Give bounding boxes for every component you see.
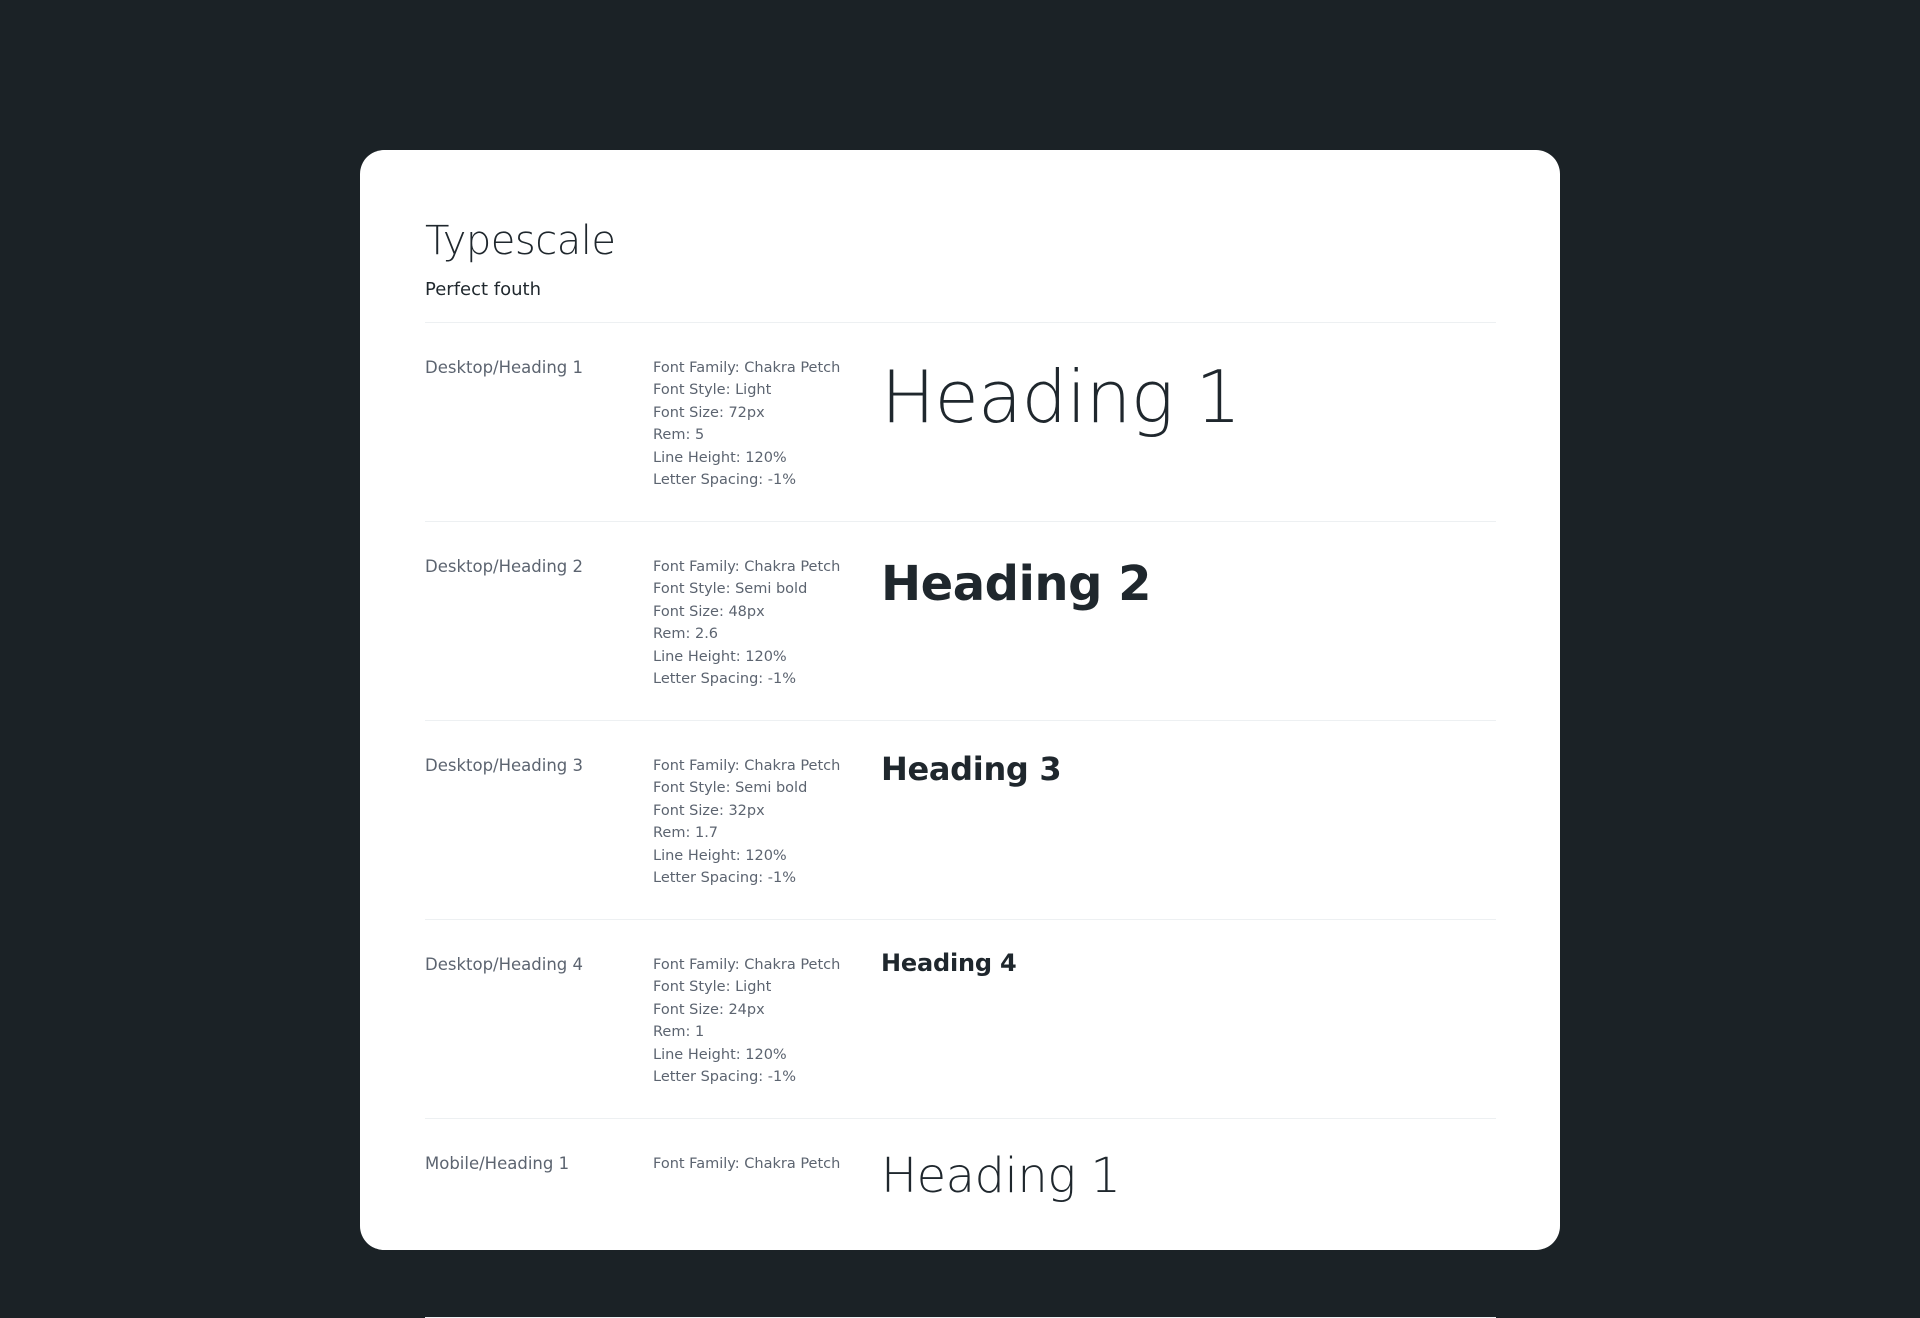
spec-letter-spacing: Letter Spacing: -1%: [653, 671, 797, 688]
spec-font-family: Font Family: Chakra Petch: [653, 559, 841, 575]
type-sample: Heading 1: [881, 355, 1241, 439]
type-row: Desktop/Heading 4 Font Family: Chakra Pe…: [425, 920, 1496, 1119]
page-subtitle: Perfect fouth: [425, 279, 541, 300]
style-name: Desktop/Heading 4: [425, 955, 584, 974]
spec-rem: Rem: 2.6: [653, 626, 719, 643]
type-sample: Heading 4: [881, 949, 1017, 977]
page-title: Typescale: [425, 218, 616, 264]
spec-rem: Rem: 1: [653, 1024, 705, 1041]
spec-letter-spacing: Letter Spacing: -1%: [653, 1069, 797, 1086]
spec-font-style: Font Style: Semi bold: [653, 581, 808, 598]
type-sample: Heading 3: [881, 750, 1062, 788]
spec-line-height: Line Height: 120%: [653, 648, 787, 665]
style-specs: Font Family: Chakra Petch: [653, 1153, 881, 1317]
style-name: Desktop/Heading 3: [425, 756, 584, 775]
spec-font-style: Font Style: Light: [653, 382, 772, 399]
spec-font-size: Font Size: 48px: [653, 603, 765, 620]
type-row: Desktop/Heading 2 Font Family: Chakra Pe…: [425, 522, 1496, 721]
style-name: Desktop/Heading 2: [425, 557, 584, 576]
style-name: Mobile/Heading 1: [425, 1154, 570, 1173]
spec-line-height: Line Height: 120%: [653, 847, 787, 864]
type-row: Mobile/Heading 1 Font Family: Chakra Pet…: [425, 1119, 1496, 1318]
spec-letter-spacing: Letter Spacing: -1%: [653, 472, 797, 489]
type-sample: Heading 1: [881, 1148, 1121, 1204]
spec-line-height: Line Height: 120%: [653, 1046, 787, 1063]
style-name: Desktop/Heading 1: [425, 358, 584, 377]
type-sample: Heading 2: [881, 556, 1152, 612]
spec-line-height: Line Height: 120%: [653, 449, 787, 466]
spec-letter-spacing: Letter Spacing: -1%: [653, 870, 797, 887]
spec-rem: Rem: 5: [653, 427, 705, 444]
spec-font-style: Font Style: Semi bold: [653, 780, 808, 797]
style-specs: Font Family: Chakra Petch Font Style: Li…: [653, 357, 881, 521]
type-row: Desktop/Heading 1 Font Family: Chakra Pe…: [425, 323, 1496, 522]
spec-font-size: Font Size: 32px: [653, 802, 765, 819]
style-specs: Font Family: Chakra Petch Font Style: Se…: [653, 556, 881, 720]
spec-font-family: Font Family: Chakra Petch: [653, 758, 841, 774]
spec-font-style: Font Style: Light: [653, 979, 772, 996]
spec-font-size: Font Size: 72px: [653, 404, 765, 421]
spec-font-family: Font Family: Chakra Petch: [653, 957, 841, 973]
style-specs: Font Family: Chakra Petch Font Style: Se…: [653, 755, 881, 919]
style-specs: Font Family: Chakra Petch Font Style: Li…: [653, 954, 881, 1118]
type-row: Desktop/Heading 3 Font Family: Chakra Pe…: [425, 721, 1496, 920]
typescale-card: Typescale Perfect fouth Desktop/Heading …: [360, 150, 1560, 1318]
spec-font-family: Font Family: Chakra Petch: [653, 1156, 841, 1172]
spec-rem: Rem: 1.7: [653, 825, 719, 842]
spec-font-family: Font Family: Chakra Petch: [653, 360, 841, 376]
spec-font-size: Font Size: 24px: [653, 1001, 765, 1018]
